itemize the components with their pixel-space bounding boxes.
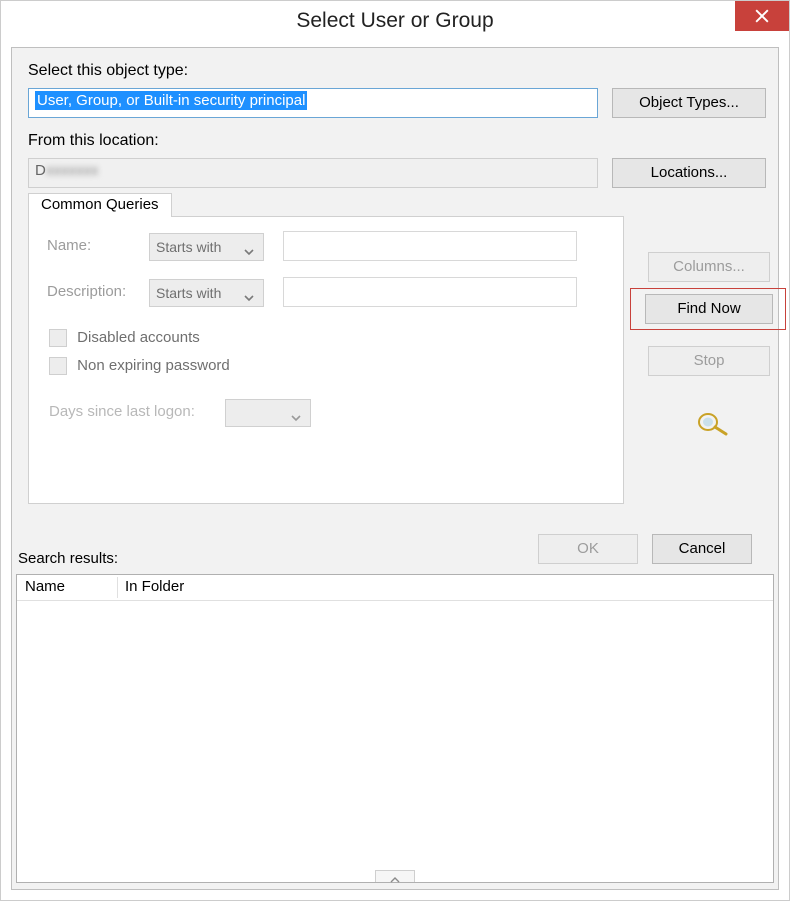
chevron-down-icon (243, 286, 255, 298)
name-input[interactable] (283, 231, 577, 261)
from-location-label: From this location: (28, 132, 159, 150)
search-results-list[interactable]: Name In Folder (16, 574, 774, 883)
cancel-button[interactable]: Cancel (652, 534, 752, 564)
disabled-accounts-label: Disabled accounts (77, 329, 200, 346)
object-type-label: Select this object type: (28, 62, 188, 80)
disabled-accounts-row: Disabled accounts (49, 329, 200, 347)
column-divider[interactable] (117, 577, 118, 598)
ok-button[interactable]: OK (538, 534, 638, 564)
days-since-label: Days since last logon: (49, 403, 195, 420)
column-header-name[interactable]: Name (25, 578, 115, 595)
locations-button[interactable]: Locations... (612, 158, 766, 188)
close-icon (755, 5, 769, 25)
disabled-accounts-checkbox[interactable] (49, 329, 67, 347)
description-match-select[interactable]: Starts with (149, 279, 264, 307)
search-magnifier-icon (694, 410, 730, 436)
common-queries-panel: Common Queries Name: Starts with Descrip… (28, 216, 624, 504)
object-types-button[interactable]: Object Types... (612, 88, 766, 118)
non-expiring-label: Non expiring password (77, 357, 230, 374)
chevron-down-icon (243, 240, 255, 252)
description-label: Description: (47, 283, 126, 300)
object-type-value: User, Group, or Built-in security princi… (35, 91, 307, 110)
stop-button[interactable]: Stop (648, 346, 770, 376)
columns-button[interactable]: Columns... (648, 252, 770, 282)
object-type-field[interactable]: User, Group, or Built-in security princi… (28, 88, 598, 118)
days-since-select[interactable] (225, 399, 311, 427)
non-expiring-checkbox[interactable] (49, 357, 67, 375)
title-bar: Select User or Group (1, 1, 789, 41)
description-match-value: Starts with (156, 285, 221, 301)
location-value-visible: D (35, 162, 46, 179)
dialog-title: Select User or Group (296, 9, 493, 32)
chevron-up-icon (389, 871, 401, 888)
location-field[interactable]: Dxxxxxxx (28, 158, 598, 188)
tab-common-queries[interactable]: Common Queries (28, 193, 172, 217)
expand-handle[interactable] (375, 870, 415, 882)
name-match-value: Starts with (156, 239, 221, 255)
chevron-down-icon (290, 406, 302, 418)
non-expiring-row: Non expiring password (49, 357, 230, 375)
name-label: Name: (47, 237, 91, 254)
find-now-highlight: Find Now (630, 288, 786, 330)
find-now-button[interactable]: Find Now (645, 294, 773, 324)
column-header-in-folder[interactable]: In Folder (125, 578, 184, 595)
location-value-redacted: xxxxxxx (46, 162, 99, 179)
name-match-select[interactable]: Starts with (149, 233, 264, 261)
main-panel: Select this object type: User, Group, or… (11, 47, 779, 890)
search-results-label: Search results: (18, 550, 118, 567)
results-header: Name In Folder (17, 575, 773, 601)
description-input[interactable] (283, 277, 577, 307)
close-button[interactable] (735, 1, 789, 31)
